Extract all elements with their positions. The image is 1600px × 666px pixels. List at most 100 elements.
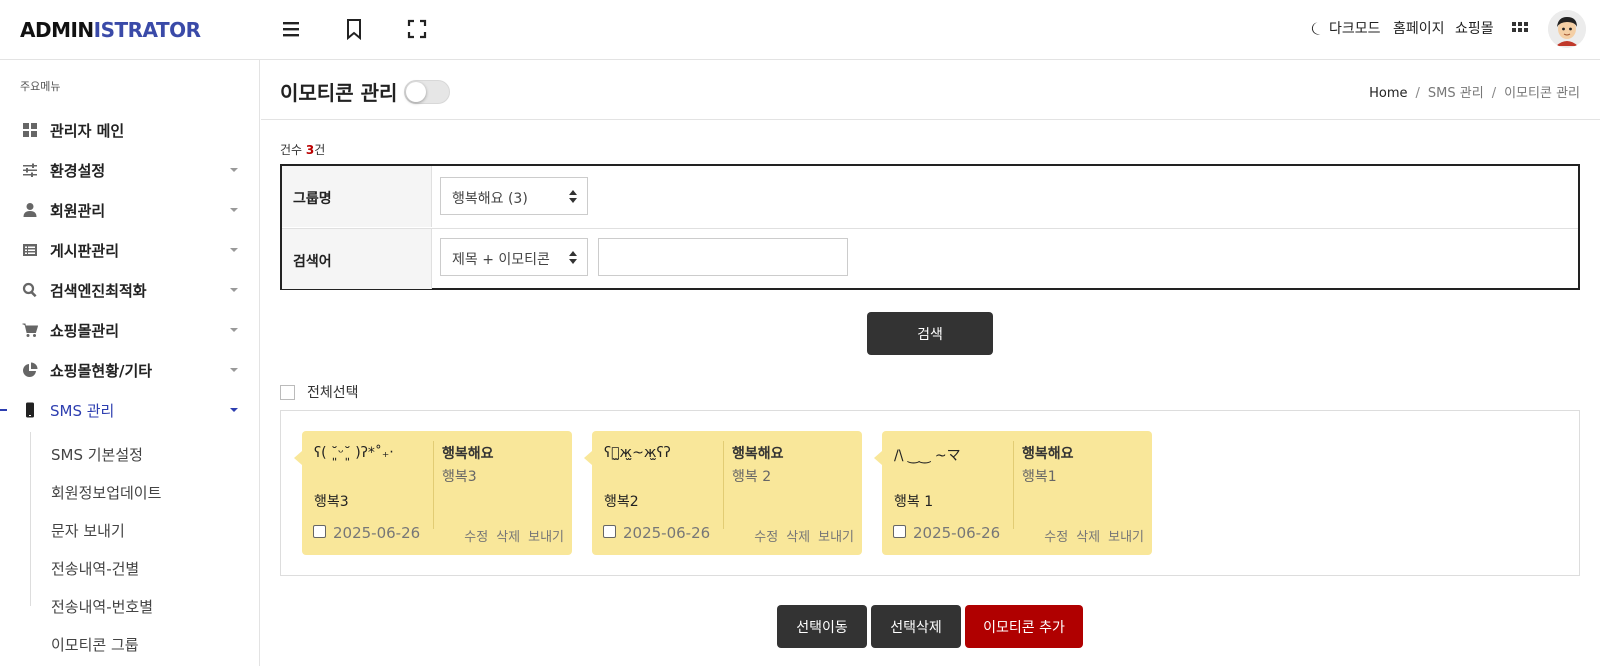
- select-arrows-icon: [569, 251, 577, 265]
- card-group-name: 행복 2: [732, 469, 772, 485]
- send-link[interactable]: 보내기: [1108, 530, 1144, 545]
- sidebar-item-label: 게시판관리: [50, 242, 120, 260]
- page-title: 이모티콘 관리: [280, 81, 398, 105]
- delete-link[interactable]: 삭제: [496, 530, 520, 545]
- brand-part2: ISTRATOR: [93, 18, 201, 42]
- search-button[interactable]: 검색: [867, 312, 993, 355]
- sidebar-section-title: 주요메뉴: [20, 80, 61, 93]
- sms-submenu: SMS 기본설정 회원정보업데이트 문자 보내기 전송내역-건별 전송내역-번호…: [30, 432, 259, 654]
- filter-row-search: 검색어 제목 + 이모티콘: [282, 228, 1578, 289]
- delete-link[interactable]: 삭제: [1076, 530, 1100, 545]
- edit-link[interactable]: 수정: [754, 530, 778, 545]
- card-group-name: 행복3: [442, 469, 477, 485]
- sidebar-item-boards[interactable]: 게시판관리: [0, 232, 259, 268]
- card-checkbox[interactable]: [893, 525, 906, 538]
- apps-grid-icon[interactable]: [1511, 20, 1535, 44]
- filter-table: 그룹명 행복해요 (3) 검색어 제목 + 이모티콘: [280, 164, 1580, 290]
- emoticon-name: 행복 1: [894, 494, 934, 510]
- chevron-down-icon: [230, 208, 238, 212]
- move-selected-button[interactable]: 선택이동: [777, 605, 867, 648]
- submenu-item-history-by-number[interactable]: 전송내역-번호별: [51, 596, 153, 617]
- count-prefix: 건수: [280, 143, 306, 157]
- sidebar-item-label: SMS 관리: [50, 402, 115, 420]
- homepage-link[interactable]: 홈페이지: [1383, 18, 1445, 38]
- edit-link[interactable]: 수정: [464, 530, 488, 545]
- select-all-checkbox[interactable]: [280, 384, 295, 400]
- sidebar-item-label: 환경설정: [50, 162, 106, 180]
- cart-icon: [22, 322, 39, 338]
- avatar[interactable]: [1548, 10, 1586, 48]
- sidebar-item-shop-admin[interactable]: 쇼핑몰관리: [0, 312, 259, 348]
- chevron-down-icon: [230, 328, 238, 332]
- list-icon: [22, 242, 38, 258]
- search-field-value: 제목 + 이모티콘: [452, 252, 550, 268]
- brand-logo[interactable]: ADMINISTRATOR: [20, 18, 201, 42]
- breadcrumb-home[interactable]: Home: [1369, 86, 1407, 101]
- emoticon-text: ʕ( ˘͈ᵕ˘͈ )ʔ*˚₊‧: [314, 445, 394, 461]
- menu-toggle-icon[interactable]: [280, 18, 304, 42]
- card-date: 2025-06-26: [623, 524, 711, 542]
- select-arrows-icon: [569, 190, 577, 204]
- sidebar-item-settings[interactable]: 환경설정: [0, 152, 259, 188]
- dark-mode-link[interactable]: 다크모드: [1310, 18, 1381, 38]
- card-date: 2025-06-26: [333, 524, 421, 542]
- card-checkbox[interactable]: [313, 525, 326, 538]
- sidebar-item-label: 쇼핑몰현황/기타: [50, 362, 153, 380]
- search-input[interactable]: [598, 238, 848, 276]
- delete-selected-button[interactable]: 선택삭제: [871, 605, 961, 648]
- bookmark-icon[interactable]: [343, 18, 367, 42]
- breadcrumb-current: 이모티콘 관리: [1504, 86, 1580, 101]
- sidebar-item-members[interactable]: 회원관리: [0, 192, 259, 228]
- select-all[interactable]: 전체선택: [280, 382, 359, 402]
- sliders-icon: [22, 162, 38, 178]
- send-link[interactable]: 보내기: [528, 530, 564, 545]
- search-field-select[interactable]: 제목 + 이모티콘: [440, 238, 588, 276]
- group-label: 그룹명: [282, 166, 432, 227]
- page-toggle[interactable]: [404, 80, 450, 104]
- sidebar-item-admin-main[interactable]: 관리자 메인: [0, 112, 259, 148]
- chevron-down-icon: [230, 368, 238, 372]
- fullscreen-icon[interactable]: [406, 18, 430, 42]
- sidebar: 주요메뉴 관리자 메인 환경설정 회원관리 게시판관리 검색엔진최적화 쇼핑몰관…: [0, 60, 260, 666]
- breadcrumb-sms[interactable]: SMS 관리: [1428, 86, 1484, 101]
- chevron-down-icon: [230, 408, 238, 412]
- sidebar-item-shop-status[interactable]: 쇼핑몰현황/기타: [0, 352, 259, 388]
- sidebar-item-sms[interactable]: SMS 관리: [0, 392, 259, 428]
- toggle-knob: [406, 82, 426, 102]
- submenu-item-sms-settings[interactable]: SMS 기본설정: [51, 444, 143, 465]
- card-checkbox[interactable]: [603, 525, 616, 538]
- emoticon-card: ʕ( ˘͈ᵕ˘͈ )ʔ*˚₊‧ 행복3 행복해요 행복3 2025-06-26 …: [294, 431, 572, 555]
- card-actions: 수정 삭제 보내기: [746, 526, 854, 545]
- emoticon-name: 행복2: [604, 494, 639, 510]
- homepage-label: 홈페이지: [1393, 21, 1445, 37]
- submenu-item-emoticon-group[interactable]: 이모티콘 그룹: [51, 634, 139, 655]
- emoticon-text: /\ ‿‿ ~マ: [894, 448, 961, 464]
- brand-part1: ADMIN: [20, 18, 94, 42]
- card-group: 행복해요: [732, 446, 784, 462]
- count-suffix: 건: [314, 143, 326, 157]
- card-divider: [1013, 441, 1014, 529]
- submenu-item-member-update[interactable]: 회원정보업데이트: [51, 482, 161, 503]
- group-select[interactable]: 행복해요 (3): [440, 177, 588, 215]
- card-divider: [433, 441, 434, 529]
- submenu-item-send-message[interactable]: 문자 보내기: [51, 520, 125, 541]
- result-count: 건수 3건: [280, 141, 325, 158]
- card-actions: 수정 삭제 보내기: [456, 526, 564, 545]
- edit-link[interactable]: 수정: [1044, 530, 1068, 545]
- page-header: 이모티콘 관리 Home / SMS 관리 / 이모티콘 관리: [261, 60, 1600, 120]
- sidebar-item-label: 쇼핑몰관리: [50, 322, 120, 340]
- emoticon-text: ʕっ̫ж̫~ж̫ʕʔ: [604, 445, 671, 461]
- submenu-item-history-by-case[interactable]: 전송내역-건별: [51, 558, 139, 579]
- card-group: 행복해요: [1022, 446, 1074, 462]
- dark-mode-label: 다크모드: [1329, 21, 1381, 37]
- sidebar-item-label: 검색엔진최적화: [50, 282, 147, 300]
- active-indicator: [0, 409, 7, 411]
- shop-link[interactable]: 쇼핑몰: [1445, 18, 1494, 38]
- top-bar: ADMINISTRATOR 다크모드 홈페이지 쇼핑몰: [0, 0, 1600, 60]
- sidebar-item-label: 회원관리: [50, 202, 106, 220]
- add-emoticon-button[interactable]: 이모티콘 추가: [965, 605, 1083, 648]
- delete-link[interactable]: 삭제: [786, 530, 810, 545]
- send-link[interactable]: 보내기: [818, 530, 854, 545]
- sidebar-item-seo[interactable]: 검색엔진최적화: [0, 272, 259, 308]
- dashboard-icon: [22, 122, 38, 138]
